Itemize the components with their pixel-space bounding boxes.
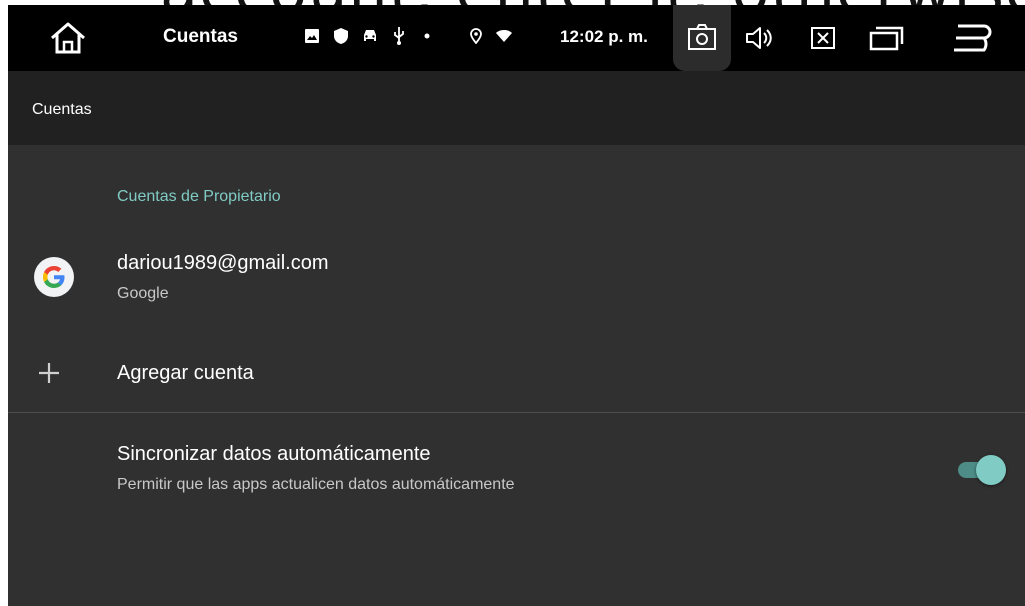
clock: 12:02 p. m. [560,27,648,46]
recent-apps-icon [869,26,904,51]
back-icon [954,24,992,52]
status-bar: Cuentas 12:02 p. m. [8,5,1025,71]
android-screen: Cuentas 12:02 p. m. Cuentas Cuentas de P… [8,5,1025,606]
status-title: Cuentas [163,26,238,47]
plus-icon [39,363,59,383]
image-icon [305,29,319,43]
home-button[interactable] [48,21,88,55]
account-email: dariou1989@gmail.com [117,252,329,274]
section-header-owner-accounts: Cuentas de Propietario [117,188,281,205]
page-title: Cuentas [32,101,92,118]
add-account-button[interactable]: Agregar cuenta [8,345,1025,405]
account-item[interactable]: dariou1989@gmail.com Google [8,235,1025,315]
volume-icon [746,27,772,49]
notification-icons [304,27,512,45]
account-type: Google [117,285,169,302]
volume-button[interactable] [739,19,779,57]
auto-sync-title: Sincronizar datos automáticamente [117,443,431,465]
app-bar: Cuentas [8,71,1025,145]
shield-icon [334,28,348,44]
location-icon [470,28,482,44]
divider [8,412,1025,413]
auto-sync-subtitle: Permitir que las apps actualicen datos a… [117,476,515,493]
auto-sync-item[interactable]: Sincronizar datos automáticamente Permit… [8,435,1025,505]
home-icon [51,22,85,54]
screenshot-button[interactable] [673,5,731,71]
back-button[interactable] [948,19,998,57]
usb-icon [394,27,404,45]
car-icon [364,30,376,41]
camera-icon [688,24,716,50]
auto-sync-toggle[interactable] [956,455,1006,485]
add-account-label: Agregar cuenta [117,362,254,384]
wifi-icon [496,30,512,42]
recent-apps-button[interactable] [866,19,906,57]
google-icon [34,257,74,297]
close-box-icon [811,27,835,49]
close-button[interactable] [803,19,843,57]
toggle-thumb [976,455,1006,485]
dot-icon [424,33,430,39]
